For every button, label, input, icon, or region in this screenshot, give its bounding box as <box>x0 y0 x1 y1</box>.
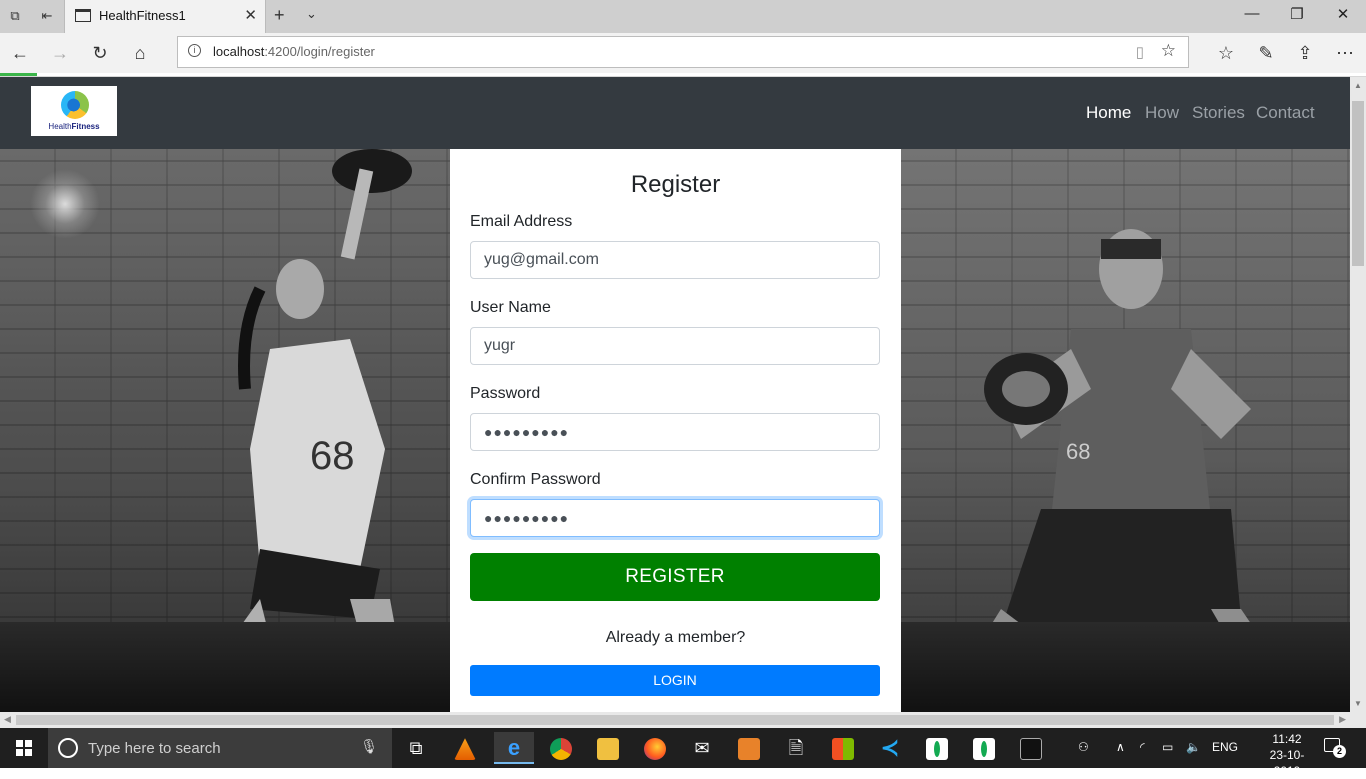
scroll-up-icon[interactable]: ▲ <box>1354 81 1362 90</box>
network-icon[interactable]: ◜ <box>1140 740 1145 754</box>
window-close-icon[interactable]: ✕ <box>1328 5 1358 23</box>
file-explorer-icon[interactable] <box>588 732 628 764</box>
people-icon[interactable]: ⚇ <box>1078 740 1089 754</box>
address-bar[interactable]: i localhost:4200/login/register ▯ ☆ <box>177 36 1189 68</box>
tab-title: HealthFitness1 <box>99 8 186 23</box>
scroll-right-icon[interactable]: ▶ <box>1339 714 1346 725</box>
scroll-left-icon[interactable]: ◀ <box>4 714 11 725</box>
site-navbar: HealthFitness Home How Stories Contact <box>0 77 1350 149</box>
close-tab-icon[interactable]: ✕ <box>244 6 257 24</box>
nav-contact[interactable]: Contact <box>1256 103 1315 123</box>
nav-how[interactable]: How <box>1145 103 1179 123</box>
confirm-password-label: Confirm Password <box>470 471 601 488</box>
mail-icon[interactable]: ✉ <box>682 732 722 764</box>
firefox-icon[interactable] <box>635 732 675 764</box>
already-member-text: Already a member? <box>605 629 746 646</box>
scroll-down-icon[interactable]: ▼ <box>1354 699 1362 708</box>
favorite-star-icon[interactable]: ☆ <box>1161 41 1176 61</box>
password-field[interactable]: ●●●●●●●●● <box>470 413 880 451</box>
task-view-icon[interactable]: ⧉ <box>396 732 436 764</box>
browser-tab-bar: ⧉ ⇤ HealthFitness1 ✕ + ⌄ — ❐ ✕ <box>0 0 1366 33</box>
command-prompt-icon[interactable] <box>1011 732 1051 764</box>
clock[interactable]: 11:42 23-10-2019 <box>1262 731 1312 779</box>
confirm-password-field[interactable]: ●●●●●●●●● <box>470 499 880 537</box>
vlc-icon[interactable] <box>445 732 485 764</box>
mongodb-compass-icon[interactable] <box>917 732 957 764</box>
back-icon[interactable]: ← <box>8 41 32 65</box>
refresh-icon[interactable]: ↻ <box>88 41 112 65</box>
action-center-icon[interactable]: 2 <box>1324 738 1346 758</box>
svg-text:68: 68 <box>1066 439 1090 464</box>
gym-photo-right: 68 <box>901 149 1350 712</box>
reading-view-icon[interactable]: ▯ <box>1136 43 1144 61</box>
form-title: Register <box>630 171 721 198</box>
horizontal-scroll-thumb[interactable] <box>16 715 1334 725</box>
volume-icon[interactable]: 🔈 <box>1186 740 1201 754</box>
page-icon <box>75 9 91 22</box>
store-icon[interactable] <box>823 732 863 764</box>
site-info-icon[interactable]: i <box>188 44 201 57</box>
microphone-icon[interactable]: 🎙 <box>360 738 378 755</box>
windows-logo-icon <box>16 740 32 756</box>
url-text: localhost:4200/login/register <box>213 44 375 59</box>
svg-text:68: 68 <box>310 434 355 478</box>
cortana-icon <box>58 738 78 758</box>
vertical-scroll-thumb[interactable] <box>1352 101 1364 266</box>
password-label: Password <box>470 385 541 402</box>
battery-icon[interactable]: ▭ <box>1162 740 1173 754</box>
set-aside-tabs-icon[interactable]: ⧉ <box>6 7 24 25</box>
start-button[interactable] <box>0 728 48 768</box>
login-button[interactable]: LOGIN <box>470 665 880 696</box>
browser-toolbar: ← → ↻ ⌂ i localhost:4200/login/register … <box>0 33 1366 73</box>
horizontal-scrollbar[interactable]: ◀ ▶ <box>0 712 1366 728</box>
email-label: Email Address <box>470 213 573 230</box>
minimize-icon[interactable]: — <box>1237 5 1267 22</box>
web-page: HealthFitness Home How Stories Contact 6… <box>0 77 1350 712</box>
taskbar: Type here to search 🎙 ⧉ e ✉ 🗎 ≺ ⚇ ∧ ◜ ▭ … <box>0 728 1366 778</box>
nav-home[interactable]: Home <box>1086 103 1131 123</box>
register-form: Register Email Address yug@gmail.com Use… <box>450 149 901 712</box>
nav-stories[interactable]: Stories <box>1192 103 1245 123</box>
app-orange-icon[interactable] <box>729 732 769 764</box>
vertical-scrollbar[interactable]: ▲ ▼ <box>1350 77 1366 712</box>
more-icon[interactable]: ⋯ <box>1333 41 1357 65</box>
username-label: User Name <box>470 299 551 316</box>
vscode-icon[interactable]: ≺ <box>870 732 910 764</box>
document-icon[interactable]: 🗎 <box>776 732 816 764</box>
logo-text: HealthFitness <box>48 122 100 131</box>
favorites-list-icon[interactable]: ☆ <box>1214 41 1238 65</box>
mongodb-icon[interactable] <box>964 732 1004 764</box>
share-icon[interactable]: ⇪ <box>1293 41 1317 65</box>
clock-time: 11:42 <box>1272 732 1302 746</box>
language-indicator[interactable]: ENG <box>1212 740 1238 754</box>
home-icon[interactable]: ⌂ <box>128 41 152 65</box>
taskbar-search[interactable]: Type here to search 🎙 <box>48 728 392 768</box>
show-hidden-icons-icon[interactable]: ∧ <box>1116 740 1125 754</box>
search-placeholder: Type here to search <box>88 740 221 757</box>
tab-preview-chevron-icon[interactable]: ⌄ <box>306 6 317 22</box>
new-tab-icon[interactable]: + <box>274 5 285 26</box>
pen-icon[interactable]: ✎ <box>1254 41 1278 65</box>
logo[interactable]: HealthFitness <box>31 86 117 136</box>
restore-icon[interactable]: ❐ <box>1282 5 1312 23</box>
notification-count: 2 <box>1333 745 1346 758</box>
edge-icon[interactable]: e <box>494 732 534 764</box>
username-field[interactable]: yugr <box>470 327 880 365</box>
chrome-icon[interactable] <box>541 732 581 764</box>
tabs-aside-icon[interactable]: ⇤ <box>38 7 56 25</box>
email-field[interactable]: yug@gmail.com <box>470 241 880 279</box>
browser-tab[interactable]: HealthFitness1 ✕ <box>64 0 266 33</box>
register-button[interactable]: REGISTER <box>470 553 880 601</box>
gym-photo-left: 68 <box>0 149 450 712</box>
logo-mark-icon <box>61 91 89 119</box>
forward-icon[interactable]: → <box>48 41 72 65</box>
clock-date: 23-10-2019 <box>1269 748 1305 778</box>
